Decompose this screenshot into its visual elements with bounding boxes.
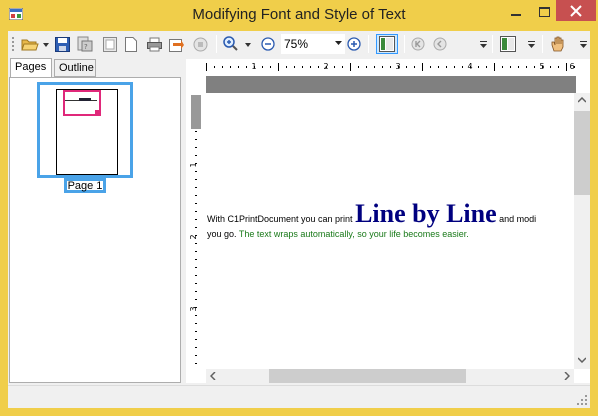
- maximize-icon: [538, 7, 550, 17]
- status-bar: [8, 385, 590, 408]
- resize-grip-icon[interactable]: [577, 395, 588, 406]
- zoom-plus-icon: [347, 37, 361, 51]
- ruler-label: 2: [323, 62, 328, 71]
- page-setup-icon: ?: [77, 36, 93, 52]
- zoom-out-icon: [261, 37, 275, 51]
- zoom-out-button[interactable]: [260, 34, 276, 54]
- doc-text-plain: and modi: [496, 214, 537, 224]
- title-bar[interactable]: Modifying Font and Style of Text: [0, 0, 598, 30]
- save-icon: [54, 36, 70, 52]
- hand-tool-icon: [551, 36, 563, 52]
- thumbnails-toggle-button[interactable]: [376, 34, 398, 54]
- zoom-value: 75%: [284, 37, 309, 51]
- toolbar-overflow-1[interactable]: [478, 34, 488, 54]
- doc-text-plain: you go.: [207, 229, 239, 239]
- close-button[interactable]: [556, 0, 596, 21]
- previous-page-button[interactable]: [432, 34, 448, 54]
- horizontal-ruler: 1 2 3 4 5 6: [206, 59, 576, 75]
- save-button[interactable]: [54, 34, 70, 54]
- tab-pages[interactable]: Pages: [10, 58, 52, 77]
- ruler-label: 4: [467, 62, 472, 71]
- first-page-button[interactable]: [410, 34, 426, 54]
- vertical-scroll-thumb[interactable]: [574, 111, 590, 195]
- print-button[interactable]: [146, 34, 162, 54]
- scroll-left-icon[interactable]: [210, 372, 216, 380]
- doc-text-plain: With C1PrintDocument you can print: [207, 214, 356, 224]
- tab-outline[interactable]: Outline: [54, 59, 96, 77]
- thumbnails-toggle-icon: [379, 36, 395, 52]
- continuous-view-button[interactable]: [498, 34, 518, 54]
- chevron-down-icon: [335, 41, 342, 45]
- page-button[interactable]: [124, 34, 138, 54]
- stop-button[interactable]: [192, 34, 208, 54]
- zoom-in-dropdown[interactable]: [222, 34, 254, 54]
- continuous-view-icon: [500, 36, 516, 52]
- page-thumbnail[interactable]: [37, 82, 133, 178]
- thumbnail-label: Page 1: [64, 178, 106, 193]
- print-icon: [146, 37, 162, 51]
- zoom-plus-button[interactable]: [346, 34, 362, 54]
- page-icon: [125, 36, 137, 52]
- open-button[interactable]: [20, 34, 50, 54]
- zoom-combo[interactable]: 75%: [281, 34, 345, 54]
- preview-pane[interactable]: 1 2 3 4 5 6 1 2 3 With C1PrintDocument y…: [186, 59, 590, 383]
- export-button[interactable]: [168, 34, 184, 54]
- ruler-label: 6: [569, 62, 574, 71]
- svg-text:?: ?: [84, 43, 88, 51]
- toolbar: ? 75%: [8, 31, 590, 57]
- overflow-icon: [527, 41, 535, 48]
- maximize-button[interactable]: [530, 1, 558, 23]
- scroll-up-icon[interactable]: [578, 97, 586, 103]
- scroll-right-icon[interactable]: [564, 372, 570, 380]
- hand-tool-button[interactable]: [548, 34, 566, 54]
- overflow-icon: [579, 41, 587, 48]
- previous-page-icon: [433, 37, 447, 51]
- vertical-ruler: 1 2 3: [188, 95, 204, 367]
- ruler-label: 3: [189, 306, 198, 311]
- thumbnail-text-lines: [65, 98, 99, 114]
- ruler-label: 3: [395, 62, 400, 71]
- minimize-icon: [511, 14, 521, 16]
- doc-text-large: Line by Line: [355, 199, 497, 228]
- close-icon: [570, 4, 582, 17]
- vertical-scrollbar[interactable]: [574, 93, 590, 369]
- document-line-2: you go. The text wraps automatically, so…: [207, 229, 469, 239]
- first-page-icon: [411, 37, 425, 51]
- thumbnail-panel[interactable]: Page 1: [9, 77, 181, 383]
- ruler-label: 1: [189, 162, 198, 167]
- toolbar-overflow-3[interactable]: [578, 34, 588, 54]
- ruler-label: 1: [251, 62, 256, 71]
- stop-icon: [193, 37, 207, 51]
- vertical-ruler-margin: [191, 95, 201, 129]
- horizontal-scrollbar[interactable]: [206, 369, 574, 383]
- overflow-icon: [479, 41, 487, 48]
- thumbnail-page: [56, 89, 118, 175]
- main-window: Modifying Font and Style of Text ? 75% P…: [0, 0, 598, 416]
- scroll-down-icon[interactable]: [578, 357, 586, 363]
- minimize-button[interactable]: [502, 1, 530, 23]
- doc-text-green: The text wraps automatically, so your li…: [238, 229, 469, 239]
- open-icon: [21, 39, 49, 51]
- horizontal-scroll-thumb[interactable]: [269, 369, 466, 383]
- zoom-in-icon: [223, 36, 251, 51]
- ruler-label: 5: [539, 62, 544, 71]
- toolbar-overflow-2[interactable]: [526, 34, 536, 54]
- thumbnail-visible-area[interactable]: [63, 90, 101, 116]
- page-setup-button[interactable]: ?: [76, 34, 94, 54]
- single-page-icon: [103, 36, 117, 52]
- single-page-button[interactable]: [102, 34, 118, 54]
- ruler-label: 2: [189, 234, 198, 239]
- export-icon: [168, 38, 184, 52]
- client-area: ? 75% Pages Outline Page 1 1 2 3 4 5 6 1…: [8, 31, 590, 408]
- toolbar-grip[interactable]: [10, 34, 14, 54]
- document-line-1: With C1PrintDocument you can print Line …: [207, 199, 536, 229]
- page-margin-bar: [206, 76, 576, 93]
